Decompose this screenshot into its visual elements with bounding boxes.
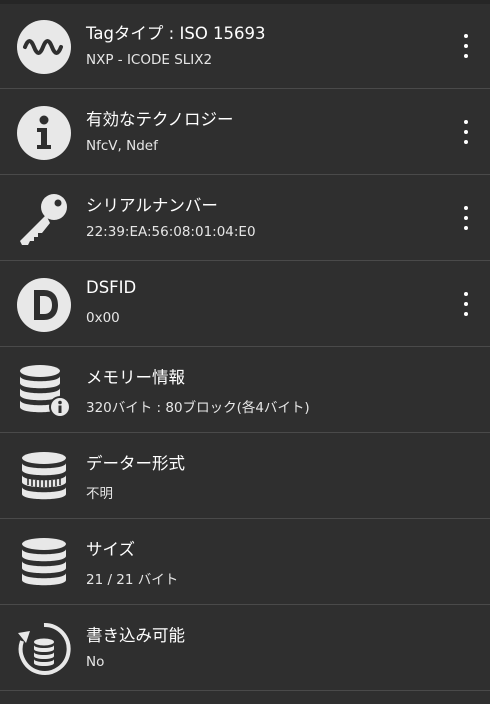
key-icon bbox=[16, 191, 72, 247]
item-value: 21 / 21 バイト bbox=[86, 572, 179, 588]
list-item-technologies[interactable]: 有効なテクノロジー NfcV, Ndef bbox=[0, 89, 490, 175]
item-title: サイズ bbox=[86, 540, 136, 559]
item-title: 有効なテクノロジー bbox=[86, 110, 234, 129]
item-value: 320バイト : 80ブロック(各4バイト) bbox=[86, 400, 310, 416]
item-title: データー形式 bbox=[86, 454, 185, 473]
item-value: No bbox=[86, 654, 105, 670]
item-title: シリアルナンバー bbox=[86, 196, 218, 215]
database-rewrite-icon bbox=[16, 621, 72, 677]
list-item-data-format: データー形式 不明 bbox=[0, 433, 490, 519]
item-value: 22:39:EA:56:08:01:04:E0 bbox=[86, 224, 256, 240]
more-vert-icon[interactable] bbox=[458, 203, 474, 233]
list-item-writable: 書き込み可能 No bbox=[0, 605, 490, 691]
waveform-icon bbox=[16, 19, 72, 75]
list-item-tag-type[interactable]: Tagタイプ : ISO 15693 NXP - ICODE SLIX2 bbox=[0, 3, 490, 89]
item-value: NXP - ICODE SLIX2 bbox=[86, 52, 213, 68]
d-letter-icon bbox=[16, 277, 72, 333]
database-icon bbox=[16, 535, 72, 591]
more-vert-icon[interactable] bbox=[458, 289, 474, 319]
item-title: DSFID bbox=[86, 278, 137, 297]
list-item-dsfid[interactable]: DSFID 0x00 bbox=[0, 261, 490, 347]
list-item-serial-number[interactable]: シリアルナンバー 22:39:EA:56:08:01:04:E0 bbox=[0, 175, 490, 261]
more-vert-icon[interactable] bbox=[458, 117, 474, 147]
item-value: 不明 bbox=[86, 486, 113, 502]
item-value: NfcV, Ndef bbox=[86, 138, 158, 154]
item-title: メモリー情報 bbox=[86, 368, 185, 387]
list-item-size: サイズ 21 / 21 バイト bbox=[0, 519, 490, 605]
list-item-memory-info: メモリー情報 320バイト : 80ブロック(各4バイト) bbox=[0, 347, 490, 433]
info-icon bbox=[16, 105, 72, 161]
database-format-icon bbox=[16, 449, 72, 505]
database-info-icon bbox=[16, 363, 72, 419]
item-title: 書き込み可能 bbox=[86, 626, 185, 645]
item-value: 0x00 bbox=[86, 310, 120, 326]
item-title: Tagタイプ : ISO 15693 bbox=[86, 24, 266, 43]
more-vert-icon[interactable] bbox=[458, 31, 474, 61]
tag-info-list: Tagタイプ : ISO 15693 NXP - ICODE SLIX2 有効な… bbox=[0, 3, 490, 691]
